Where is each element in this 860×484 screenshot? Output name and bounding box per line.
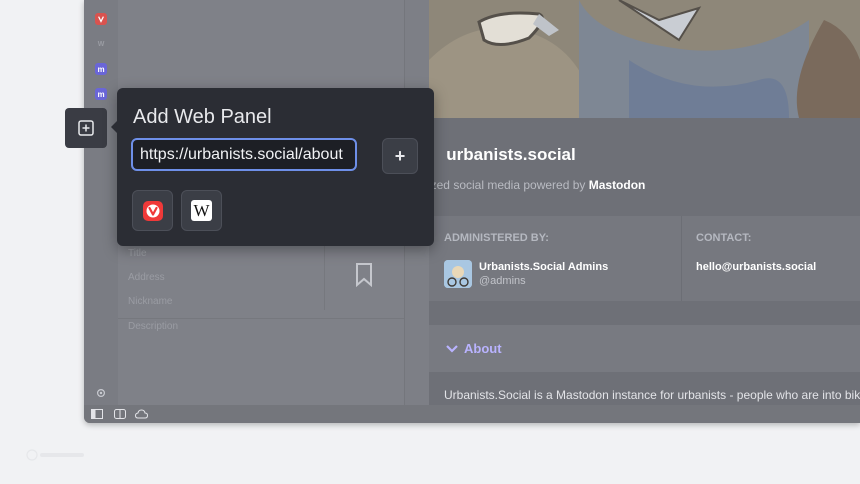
panel-bar: W m m [84, 0, 118, 405]
description-field[interactable]: Description [128, 321, 178, 332]
contact-label: CONTACT: [696, 232, 752, 244]
web-page: urbanists.social Decentralized social me… [429, 0, 860, 405]
gear-icon [96, 388, 106, 398]
vivaldi-logo-icon [142, 200, 163, 221]
mastodon-panel-icon[interactable]: m [95, 63, 107, 75]
vivaldi-watermark-logo [26, 449, 86, 464]
contact-email[interactable]: hello@urbanists.social [696, 261, 816, 273]
site-subtitle: Decentralized social media powered by Ma… [429, 178, 761, 192]
popup-title: Add Web Panel [133, 106, 272, 128]
status-bar [84, 405, 860, 423]
nickname-field[interactable]: Nickname [128, 296, 172, 307]
quick-panel-wikipedia[interactable]: W [181, 190, 222, 231]
admin-avatar[interactable] [444, 260, 472, 288]
subtitle-text: Decentralized social media powered by [429, 178, 586, 192]
add-panel-submit-button[interactable]: + [382, 138, 418, 174]
administered-by-label: ADMINISTERED BY: [444, 232, 549, 244]
cloud-sync-icon[interactable] [135, 409, 148, 419]
chevron-down-icon [446, 344, 458, 353]
tab-tiling-icon[interactable] [114, 409, 126, 419]
server-info-card: ADMINISTERED BY: Urbanists.Social Admins… [429, 216, 860, 301]
title-field[interactable]: Title [128, 248, 147, 259]
admin-handle[interactable]: @admins [479, 275, 526, 287]
url-input[interactable] [131, 138, 357, 171]
about-text: Urbanists.Social is a Mastodon instance … [444, 388, 860, 402]
card-separator [681, 216, 682, 301]
vivaldi-panel-icon[interactable] [95, 13, 107, 25]
panel-toggle-icon[interactable] [91, 409, 103, 419]
about-label: About [464, 341, 502, 356]
bookmark-icon [356, 263, 372, 287]
sidebar-divider [118, 318, 404, 319]
add-web-panel-popup: Add Web Panel + W [111, 88, 434, 246]
hero-illustration [429, 0, 860, 118]
settings-gear-icon[interactable] [95, 387, 107, 399]
wikipedia-panel-icon[interactable]: W [95, 38, 107, 50]
bookmark-button[interactable] [324, 240, 403, 310]
vivaldi-logo-icon [98, 16, 104, 23]
add-web-panel-button[interactable] [65, 108, 107, 148]
plus-square-icon [78, 120, 94, 136]
quick-panel-vivaldi[interactable] [132, 190, 173, 231]
mastodon-link[interactable]: Mastodon [589, 178, 646, 192]
mastodon-panel-icon-2[interactable]: m [95, 88, 107, 100]
admin-avatar-image [444, 260, 472, 288]
popup-caret [111, 121, 117, 133]
about-section-toggle[interactable]: About [429, 325, 860, 372]
site-title: urbanists.social [446, 145, 576, 164]
hero-artwork [429, 0, 860, 118]
admin-name[interactable]: Urbanists.Social Admins [479, 261, 608, 273]
vivaldi-wordmark-icon [26, 449, 84, 461]
address-field[interactable]: Address [128, 272, 165, 283]
wikipedia-logo-icon: W [191, 200, 212, 221]
